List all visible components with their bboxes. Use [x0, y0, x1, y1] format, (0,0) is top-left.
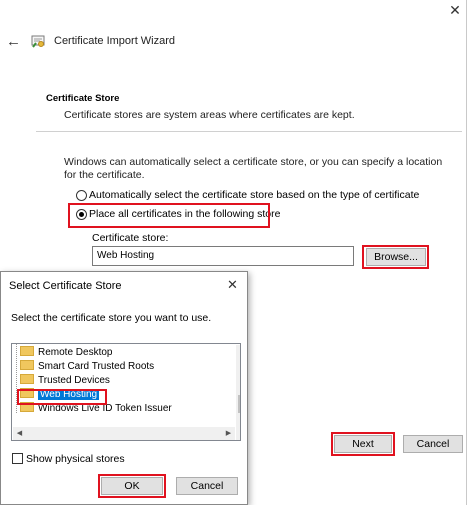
tree-item-label: Trusted Devices: [38, 375, 110, 386]
dialog-close-icon[interactable]: ✕: [227, 277, 238, 293]
highlight-box-radio: [68, 203, 270, 228]
scroll-left-icon[interactable]: ◀: [13, 427, 26, 440]
store-field[interactable]: Web Hosting: [92, 246, 354, 266]
vertical-scrollbar[interactable]: ▲ ▼: [236, 345, 240, 440]
horizontal-scrollbar[interactable]: ◀ ▶: [13, 427, 235, 440]
cancel-button[interactable]: Cancel: [403, 435, 463, 453]
dialog-cancel-button[interactable]: Cancel: [176, 477, 238, 495]
wizard-title: Certificate Import Wizard: [54, 35, 176, 47]
certificate-icon: [31, 35, 45, 48]
radio-auto-select[interactable]: [76, 190, 87, 201]
store-description: Windows can automatically select a certi…: [64, 156, 443, 181]
show-physical-checkbox[interactable]: [12, 453, 23, 464]
back-arrow-icon[interactable]: ←: [6, 33, 21, 50]
highlight-box-next: [331, 432, 395, 456]
highlight-box-ok: [98, 474, 166, 498]
tree-item[interactable]: Smart Card Trusted Roots: [20, 360, 154, 374]
tree-item[interactable]: Remote Desktop: [20, 346, 112, 360]
dialog-prompt: Select the certificate store you want to…: [11, 312, 212, 324]
scroll-right-icon[interactable]: ▶: [222, 427, 235, 440]
highlight-box-browse: [362, 245, 429, 269]
section-title: Certificate Store: [46, 93, 120, 104]
folder-icon: [20, 374, 34, 385]
close-icon[interactable]: ✕: [446, 2, 464, 19]
section-subtitle: Certificate stores are system areas wher…: [64, 109, 355, 121]
show-physical-label[interactable]: Show physical stores: [26, 453, 125, 465]
highlight-box-web-hosting: [17, 389, 107, 405]
divider: [36, 131, 462, 132]
folder-icon: [20, 346, 34, 357]
radio-auto-select-label[interactable]: Automatically select the certificate sto…: [89, 189, 419, 201]
scroll-up-icon[interactable]: ▲: [236, 345, 240, 358]
tree-item-label: Remote Desktop: [38, 347, 113, 358]
scroll-thumb[interactable]: [238, 395, 240, 413]
scroll-down-icon[interactable]: ▼: [236, 428, 240, 440]
store-label: Certificate store:: [92, 232, 169, 244]
window-border: [466, 0, 467, 505]
tree-item[interactable]: Trusted Devices: [20, 374, 110, 388]
folder-icon: [20, 360, 34, 371]
tree-item-label: Smart Card Trusted Roots: [38, 361, 155, 372]
dialog-title: Select Certificate Store: [9, 280, 122, 292]
select-store-dialog: Select Certificate Store ✕ Select the ce…: [0, 271, 248, 505]
